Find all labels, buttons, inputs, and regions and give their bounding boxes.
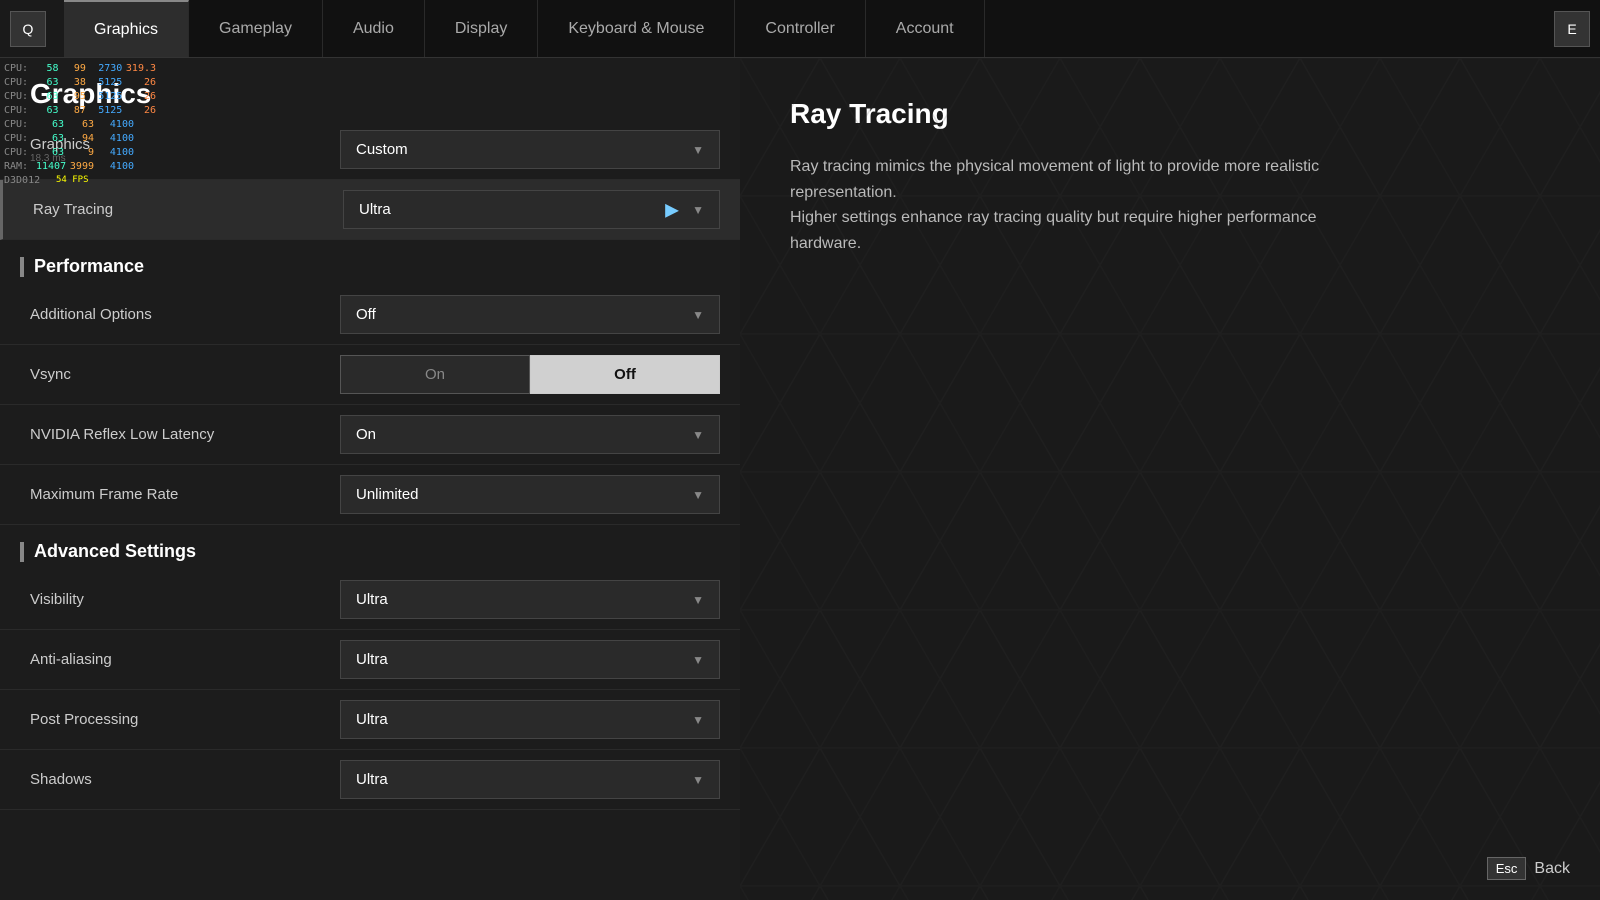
additional-options-row: Additional Options Off ▼ xyxy=(0,285,740,345)
dropdown-arrow-icon: ▼ xyxy=(692,143,704,157)
vsync-row: Vsync On Off xyxy=(0,345,740,405)
ray-tracing-row: Ray Tracing Ultra ▶ ▼ xyxy=(0,180,740,240)
nvidia-reflex-row: NVIDIA Reflex Low Latency On ▼ xyxy=(0,405,740,465)
dropdown-arrow-icon: ▼ xyxy=(692,653,704,667)
info-panel: Ray Tracing Ray tracing mimics the physi… xyxy=(740,58,1600,900)
e-button[interactable]: E xyxy=(1554,11,1590,47)
graphics-preset-row: Graphics 18.3 ms Custom ▼ xyxy=(0,120,740,180)
tab-gameplay[interactable]: Gameplay xyxy=(189,0,323,57)
graphics-hint: 18.3 ms xyxy=(30,153,340,164)
q-button[interactable]: Q xyxy=(10,11,46,47)
nav-bar: Q Graphics Gameplay Audio Display Keyboa… xyxy=(0,0,1600,58)
nvidia-reflex-select[interactable]: On ▼ xyxy=(340,415,720,454)
post-processing-row: Post Processing Ultra ▼ xyxy=(0,690,740,750)
vsync-off-button[interactable]: Off xyxy=(530,355,720,394)
vsync-toggle-group: On Off xyxy=(340,355,720,394)
advanced-settings-section-header: Advanced Settings xyxy=(0,525,740,570)
main-container: CPU: 58 99 2730 319.3 CPU: 63 38 5125 26… xyxy=(0,58,1600,900)
back-button[interactable]: Esc Back xyxy=(1487,857,1570,880)
graphics-preset-select[interactable]: Custom ▼ xyxy=(340,130,720,169)
dropdown-arrow-icon: ▼ xyxy=(692,773,704,787)
tab-keyboard-mouse[interactable]: Keyboard & Mouse xyxy=(538,0,735,57)
nvidia-reflex-label: NVIDIA Reflex Low Latency xyxy=(20,426,340,443)
vsync-on-button[interactable]: On xyxy=(340,355,530,394)
max-frame-rate-select[interactable]: Unlimited ▼ xyxy=(340,475,720,514)
performance-section-header: Performance xyxy=(0,240,740,285)
nav-left: Q xyxy=(0,0,64,57)
tab-account[interactable]: Account xyxy=(866,0,985,57)
max-frame-rate-row: Maximum Frame Rate Unlimited ▼ xyxy=(0,465,740,525)
section-indicator xyxy=(20,542,24,562)
anti-aliasing-row: Anti-aliasing Ultra ▼ xyxy=(0,630,740,690)
cursor-indicator: ▶ xyxy=(665,199,679,220)
tab-controller[interactable]: Controller xyxy=(735,0,865,57)
ray-tracing-label: Ray Tracing xyxy=(23,201,343,218)
shadows-label: Shadows xyxy=(20,771,340,788)
dropdown-arrow-icon: ▼ xyxy=(692,713,704,727)
dropdown-arrow-icon: ▼ xyxy=(692,203,704,217)
tab-graphics[interactable]: Graphics xyxy=(64,0,189,57)
nav-right: E xyxy=(1554,0,1600,57)
post-processing-select[interactable]: Ultra ▼ xyxy=(340,700,720,739)
visibility-row: Visibility Ultra ▼ xyxy=(0,570,740,630)
additional-options-select[interactable]: Off ▼ xyxy=(340,295,720,334)
visibility-label: Visibility xyxy=(20,591,340,608)
dropdown-arrow-icon: ▼ xyxy=(692,428,704,442)
post-processing-label: Post Processing xyxy=(20,711,340,728)
additional-options-label: Additional Options xyxy=(20,306,340,323)
section-indicator xyxy=(20,257,24,277)
anti-aliasing-select[interactable]: Ultra ▼ xyxy=(340,640,720,679)
back-label: Back xyxy=(1534,860,1570,878)
dropdown-arrow-icon: ▼ xyxy=(692,593,704,607)
info-description: Ray tracing mimics the physical movement… xyxy=(790,154,1390,256)
anti-aliasing-label: Anti-aliasing xyxy=(20,651,340,668)
dropdown-arrow-icon: ▼ xyxy=(692,488,704,502)
esc-key-label: Esc xyxy=(1487,857,1527,880)
dropdown-arrow-icon: ▼ xyxy=(692,308,704,322)
settings-panel: Graphics Graphics 18.3 ms Custom ▼ Ray T… xyxy=(0,58,740,900)
ray-tracing-select[interactable]: Ultra ▶ ▼ xyxy=(343,190,720,229)
page-title: Graphics xyxy=(0,58,740,120)
info-title: Ray Tracing xyxy=(790,98,1550,130)
bottom-spacer xyxy=(0,810,740,850)
vsync-label: Vsync xyxy=(20,366,340,383)
tab-audio[interactable]: Audio xyxy=(323,0,425,57)
graphics-label: Graphics 18.3 ms xyxy=(20,136,340,164)
max-frame-rate-label: Maximum Frame Rate xyxy=(20,486,340,503)
tab-display[interactable]: Display xyxy=(425,0,538,57)
shadows-select[interactable]: Ultra ▼ xyxy=(340,760,720,799)
visibility-select[interactable]: Ultra ▼ xyxy=(340,580,720,619)
shadows-row: Shadows Ultra ▼ xyxy=(0,750,740,810)
